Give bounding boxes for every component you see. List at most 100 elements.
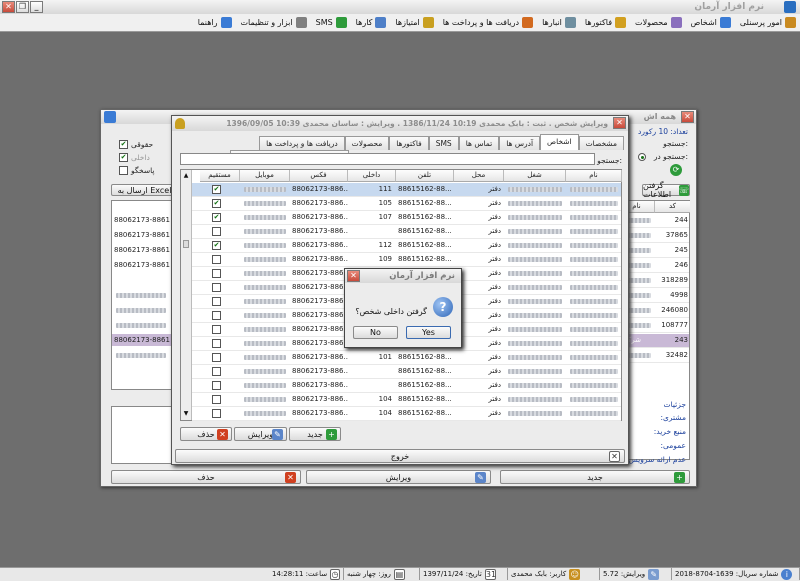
direct-checkbox[interactable]: [212, 283, 221, 292]
persons-close-button[interactable]: ✕: [681, 111, 694, 123]
table-row[interactable]: 318289: [619, 274, 689, 288]
tab-4[interactable]: تماس ها: [458, 136, 500, 150]
table-row[interactable]: 37865: [619, 229, 689, 243]
search-in-radio[interactable]: [638, 153, 646, 161]
col-header-4[interactable]: تلفن: [396, 170, 454, 182]
col-header-1[interactable]: نام: [566, 170, 622, 182]
menu-item-4[interactable]: فاکتورها: [585, 17, 627, 28]
menu-item-10[interactable]: ابزار و تنظیمات: [241, 17, 307, 28]
tab-3[interactable]: آدرس ها: [499, 136, 541, 150]
direct-checkbox[interactable]: [212, 409, 221, 418]
col-header-8[interactable]: مستقیم: [200, 170, 240, 182]
filter-check-2[interactable]: ✔ داخلی: [119, 151, 155, 164]
table-row[interactable]: دفتر 88615162-88... 105 88062173-886... ✔: [192, 197, 621, 211]
front-new-button[interactable]: + جدید: [289, 427, 341, 441]
menu-item-6[interactable]: دریافت ها و پرداخت ها: [443, 17, 534, 28]
direct-checkbox[interactable]: [212, 367, 221, 376]
tab-5[interactable]: SMS: [428, 136, 459, 150]
exit-button[interactable]: خروج ✕: [175, 449, 625, 463]
table-row[interactable]: دفتر 88615162-88... 107 88062173-886... ✔: [192, 211, 621, 225]
menu-item-5[interactable]: انبارها: [542, 17, 576, 28]
direct-checkbox[interactable]: [212, 297, 221, 306]
fax-cell: 88062173-886...: [292, 381, 348, 389]
menu-item-3[interactable]: محصولات: [635, 17, 682, 28]
table-row[interactable]: دفتر 88615162-88... 111 88062173-886... ✔: [192, 183, 621, 197]
table-row[interactable]: 244: [619, 214, 689, 228]
table-row[interactable]: 246080: [619, 304, 689, 318]
direct-checkbox[interactable]: ✔: [212, 241, 221, 250]
app-restore-button[interactable]: ❐: [16, 1, 29, 13]
refresh-icon[interactable]: ⟳: [670, 164, 682, 176]
table-row[interactable]: دفتر 88615162-88... 88062173-886...: [192, 225, 621, 239]
delete-icon: ✕: [285, 472, 296, 483]
front-delete-button[interactable]: ✕ حذف: [180, 427, 232, 441]
menu-item-8[interactable]: کارها: [356, 17, 387, 28]
front-edit-button[interactable]: ✎ ویرایش: [234, 427, 287, 441]
back-edit-button[interactable]: ویرایش ✎: [306, 470, 491, 484]
fetch-data-button[interactable]: گرفتن اطلاعات ☏: [642, 181, 690, 199]
table-row[interactable]: دفتر 88615162-88... 88062173-886...: [192, 379, 621, 393]
checkbox[interactable]: ✔: [119, 140, 128, 149]
table-row[interactable]: 108777: [619, 319, 689, 333]
tab-1[interactable]: مشخصات: [578, 136, 624, 150]
menu-item-1[interactable]: امور پرسنلی: [740, 17, 796, 28]
menu-item-2[interactable]: اشخاص: [691, 17, 731, 28]
col-header-5[interactable]: داخلی: [348, 170, 396, 182]
table-row[interactable]: دفتر 88615162-88... 88062173-886...: [192, 365, 621, 379]
table-row[interactable]: دفتر 88615162-88... 104 88062173-886...: [192, 393, 621, 407]
edit-close-button[interactable]: ✕: [613, 117, 626, 129]
tab-8[interactable]: دریافت ها و پرداخت ها: [259, 136, 345, 150]
table-row[interactable]: 246: [619, 259, 689, 273]
tab-7[interactable]: محصولات: [344, 136, 390, 150]
table-row[interactable]: دفتر 88615162-88... 104 88062173-886...: [192, 407, 621, 421]
record-count: تعداد: 10 رکورد: [638, 127, 688, 136]
col-header-6[interactable]: فکس: [290, 170, 348, 182]
direct-checkbox[interactable]: [212, 395, 221, 404]
table-row[interactable]: 245: [619, 244, 689, 258]
checkbox[interactable]: [119, 166, 128, 175]
back-delete-button[interactable]: حذف ✕: [111, 470, 301, 484]
table-row[interactable]: 4998: [619, 289, 689, 303]
table-row[interactable]: 243 شرکت: [619, 334, 689, 348]
direct-checkbox[interactable]: [212, 381, 221, 390]
direct-checkbox[interactable]: ✔: [212, 199, 221, 208]
direct-checkbox[interactable]: [212, 311, 221, 320]
direct-checkbox[interactable]: ✔: [212, 185, 221, 194]
redacted-mobile: [244, 201, 286, 206]
direct-checkbox[interactable]: [212, 227, 221, 236]
code-cell: 37865: [665, 231, 688, 239]
table-row[interactable]: دفتر 88615162-88... 112 88062173-886... ✔: [192, 239, 621, 253]
app-close-button[interactable]: ✕: [2, 1, 15, 13]
app-minimize-button[interactable]: _: [30, 1, 43, 13]
table-row[interactable]: 32482: [619, 349, 689, 363]
tab-2[interactable]: اشخاص: [540, 134, 579, 150]
front-search-input[interactable]: [180, 153, 595, 165]
direct-checkbox[interactable]: [212, 255, 221, 264]
fax-cell: 88062173-886...: [292, 255, 348, 263]
table-row[interactable]: دفتر 88615162-88... 109 88062173-886...: [192, 253, 621, 267]
menu-item-9[interactable]: SMS: [316, 17, 347, 28]
day-icon: ▤: [393, 568, 405, 580]
col-header-7[interactable]: موبایل: [240, 170, 290, 182]
dialog-close-button[interactable]: ✕: [347, 270, 360, 282]
direct-checkbox[interactable]: ✔: [212, 213, 221, 222]
col-header-2[interactable]: شغل: [504, 170, 566, 182]
dialog-no-button[interactable]: No: [353, 326, 398, 339]
direct-checkbox[interactable]: [212, 269, 221, 278]
menu-item-7[interactable]: امتیازها: [395, 17, 434, 28]
back-new-button[interactable]: جدید +: [500, 470, 690, 484]
grid-scrollbar[interactable]: ▲ ▼: [181, 170, 192, 420]
notes-textarea[interactable]: [111, 406, 173, 464]
direct-checkbox[interactable]: [212, 353, 221, 362]
direct-checkbox[interactable]: [212, 325, 221, 334]
checkbox[interactable]: ✔: [119, 153, 128, 162]
col-header-3[interactable]: محل: [454, 170, 504, 182]
direct-checkbox[interactable]: [212, 339, 221, 348]
menu-item-11[interactable]: راهنما: [198, 17, 232, 28]
filter-check-1[interactable]: ✔ حقوقی: [119, 138, 155, 151]
tab-6[interactable]: فاکتورها: [389, 136, 429, 150]
export-excel-button[interactable]: ارسال به Excel: [111, 184, 178, 196]
dialog-yes-button[interactable]: Yes: [406, 326, 451, 339]
table-row[interactable]: دفتر 88615162-88... 101 88062173-886...: [192, 351, 621, 365]
filter-check-3[interactable]: پاسخگو: [119, 164, 155, 177]
